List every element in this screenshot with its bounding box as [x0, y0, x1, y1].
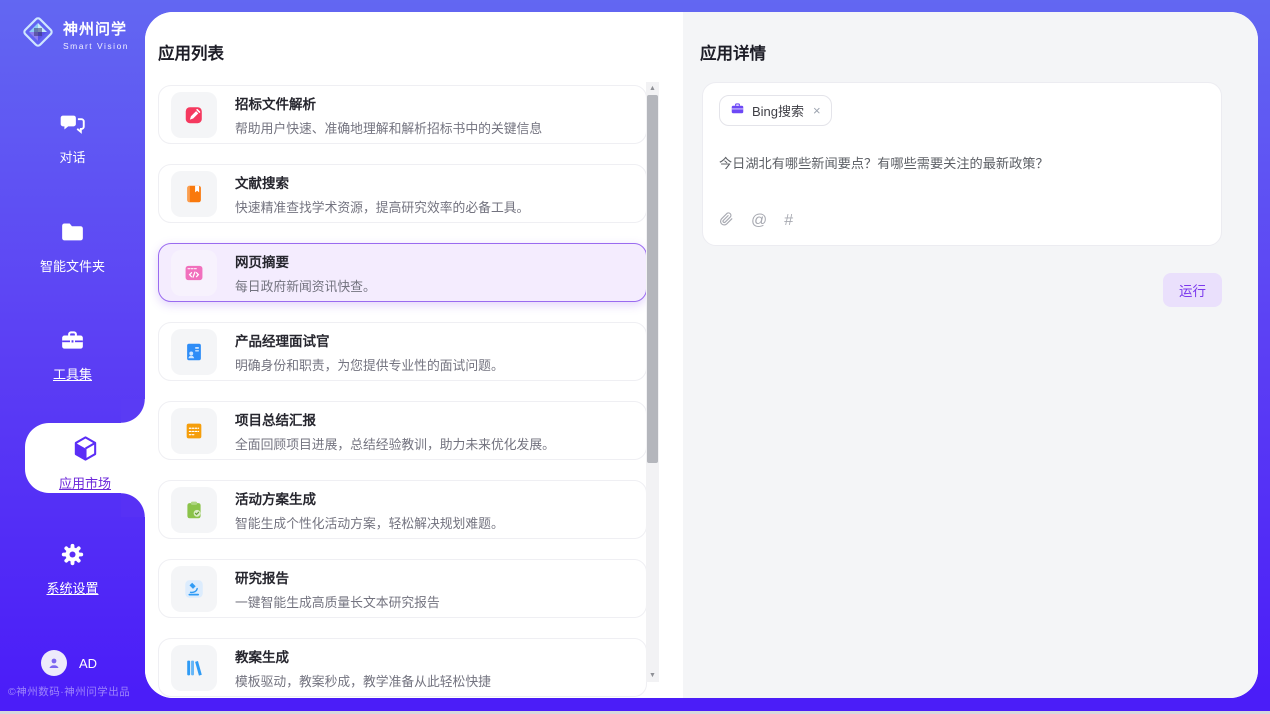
user-account[interactable]: AD [41, 650, 97, 676]
chip-close-icon[interactable]: × [813, 103, 821, 118]
brand-subtitle: Smart Vision [63, 41, 129, 51]
app-name: 产品经理面试官 [235, 330, 504, 350]
app-desc: 快速精准查找学术资源，提高研究效率的必备工具。 [235, 197, 529, 216]
sidebar: 神州问学 Smart Vision 对话 智能文件夹 [0, 0, 145, 714]
cube-icon [71, 450, 100, 467]
clipboard-check-icon [171, 487, 217, 533]
app-list-title: 应用列表 [158, 40, 224, 64]
sidebar-item-app-market-active[interactable]: 应用市场 [25, 423, 145, 493]
tool-chip-label: Bing搜索 [752, 101, 804, 120]
sidebar-item-chat[interactable]: 对话 [0, 110, 145, 166]
query-text[interactable]: 今日湖北有哪些新闻要点？有哪些需要关注的最新政策？ [719, 153, 1205, 172]
folder-icon [59, 233, 86, 250]
books-icon [171, 645, 217, 691]
at-mention-icon[interactable]: @ [751, 213, 767, 229]
scrollbar-thumb[interactable] [647, 95, 658, 463]
app-desc: 帮助用户快速、准确地理解和解析招标书中的关键信息 [235, 118, 542, 137]
scroll-up-arrow[interactable]: ▲ [646, 82, 659, 95]
sidebar-item-label: 应用市场 [25, 473, 145, 492]
browser-code-icon [171, 250, 217, 296]
app-desc: 智能生成个性化活动方案，轻松解决规划难题。 [235, 513, 504, 532]
run-button[interactable]: 运行 [1163, 273, 1222, 307]
app-name: 研究报告 [235, 567, 440, 587]
sidebar-item-smart-folder[interactable]: 智能文件夹 [0, 219, 145, 275]
chat-icon [59, 124, 86, 141]
app-name: 招标文件解析 [235, 93, 542, 113]
list-scrollbar[interactable]: ▲ ▼ [646, 82, 659, 682]
copyright-text: ©神州数码·神州问学出品 [8, 684, 130, 699]
app-card-literature-search[interactable]: 文献搜索 快速精准查找学术资源，提高研究效率的必备工具。 [158, 164, 647, 223]
toolbox-icon [59, 341, 86, 358]
app-card-event-plan[interactable]: 活动方案生成 智能生成个性化活动方案，轻松解决规划难题。 [158, 480, 647, 539]
book-icon [171, 171, 217, 217]
resume-person-icon [171, 329, 217, 375]
main-content: 应用列表 招标文件解析 帮助用户快速、准确地理解和解析招标书中的关键信息 [145, 12, 1258, 698]
sidebar-item-label: 智能文件夹 [0, 256, 145, 275]
sidebar-item-label: 对话 [0, 147, 145, 166]
sidebar-item-settings[interactable]: 系统设置 [0, 541, 145, 597]
microscope-icon [171, 566, 217, 612]
app-name: 项目总结汇报 [235, 409, 555, 429]
app-name: 教案生成 [235, 646, 491, 666]
composer-toolbar: @ # [719, 210, 793, 232]
app-list-panel: 应用列表 招标文件解析 帮助用户快速、准确地理解和解析招标书中的关键信息 [145, 12, 683, 698]
briefcase-icon [730, 101, 745, 121]
app-desc: 一键智能生成高质量长文本研究报告 [235, 592, 440, 611]
app-name: 文献搜索 [235, 172, 529, 192]
app-name: 网页摘要 [235, 251, 376, 271]
run-row: 运行 [702, 273, 1222, 307]
app-card-pm-interviewer[interactable]: 产品经理面试官 明确身份和职责，为您提供专业性的面试问题。 [158, 322, 647, 381]
app-card-bid-analysis[interactable]: 招标文件解析 帮助用户快速、准确地理解和解析招标书中的关键信息 [158, 85, 647, 144]
note-icon [171, 408, 217, 454]
edit-document-icon [171, 92, 217, 138]
app-detail-title: 应用详情 [700, 40, 766, 64]
app-card-project-summary[interactable]: 项目总结汇报 全面回顾项目进展，总结经验教训，助力未来优化发展。 [158, 401, 647, 460]
app-desc: 模板驱动，教案秒成，教学准备从此轻松快捷 [235, 671, 491, 690]
paperclip-icon[interactable] [719, 210, 734, 232]
prompt-input-card[interactable]: Bing搜索 × 今日湖北有哪些新闻要点？有哪些需要关注的最新政策？ @ # [702, 82, 1222, 246]
sidebar-item-label: 系统设置 [0, 578, 145, 597]
app-card-lesson-plan[interactable]: 教案生成 模板驱动，教案秒成，教学准备从此轻松快捷 [158, 638, 647, 697]
app-detail-panel: 应用详情 Bing搜索 × 今日湖北有哪些新闻要点？有哪些需要关注的最新政策？ [683, 12, 1258, 698]
app-name: 活动方案生成 [235, 488, 504, 508]
app-card-web-summary-selected[interactable]: 网页摘要 每日政府新闻资讯快查。 [158, 243, 647, 302]
diamond-logo-icon [20, 14, 56, 55]
brand-logo: 神州问学 Smart Vision [20, 14, 129, 55]
sidebar-item-label: 工具集 [0, 364, 145, 383]
app-desc: 每日政府新闻资讯快查。 [235, 276, 376, 295]
sidebar-item-toolset[interactable]: 工具集 [0, 327, 145, 383]
user-name: AD [79, 656, 97, 671]
avatar [41, 650, 67, 676]
scroll-down-arrow[interactable]: ▼ [646, 669, 659, 682]
app-card-research-report[interactable]: 研究报告 一键智能生成高质量长文本研究报告 [158, 559, 647, 618]
tool-chip-bing-search[interactable]: Bing搜索 × [719, 95, 832, 126]
hash-icon[interactable]: # [784, 213, 793, 229]
app-card-list: 招标文件解析 帮助用户快速、准确地理解和解析招标书中的关键信息 文献搜索 快速精… [158, 85, 647, 697]
brand-name: 神州问学 [63, 21, 127, 38]
gear-icon [59, 555, 86, 572]
app-desc: 明确身份和职责，为您提供专业性的面试问题。 [235, 355, 504, 374]
app-desc: 全面回顾项目进展，总结经验教训，助力未来优化发展。 [235, 434, 555, 453]
